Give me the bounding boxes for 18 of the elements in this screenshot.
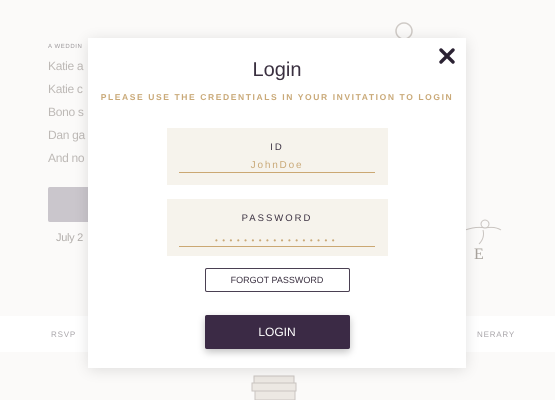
password-input[interactable]: ••••••••••••••••• <box>179 234 375 247</box>
dialog-subtitle: PLEASE USE THE CREDENTIALS IN YOUR INVITATION TO LOGIN <box>100 92 454 102</box>
nav-item[interactable]: RSVP <box>51 330 76 338</box>
forgot-password-button[interactable]: FORGOT PASSWORD <box>204 268 350 292</box>
dialog-title: Login <box>252 58 302 82</box>
story-line: Dan ga <box>48 128 85 142</box>
story-line: Bono s <box>48 105 84 119</box>
story-line: Katie c <box>48 82 83 96</box>
field-label: ID <box>270 142 284 153</box>
nav-item[interactable]: NERARY <box>477 330 515 338</box>
story-line: And no <box>48 151 84 165</box>
login-button[interactable]: LOGIN <box>204 315 350 349</box>
story-line: Katie a <box>48 59 84 73</box>
id-input[interactable]: JohnDoe <box>179 158 375 173</box>
close-icon[interactable] <box>438 47 456 65</box>
date-text: July 2 <box>56 232 83 244</box>
field-label: PASSWORD <box>242 213 312 224</box>
monogram-letter: E <box>474 246 484 264</box>
